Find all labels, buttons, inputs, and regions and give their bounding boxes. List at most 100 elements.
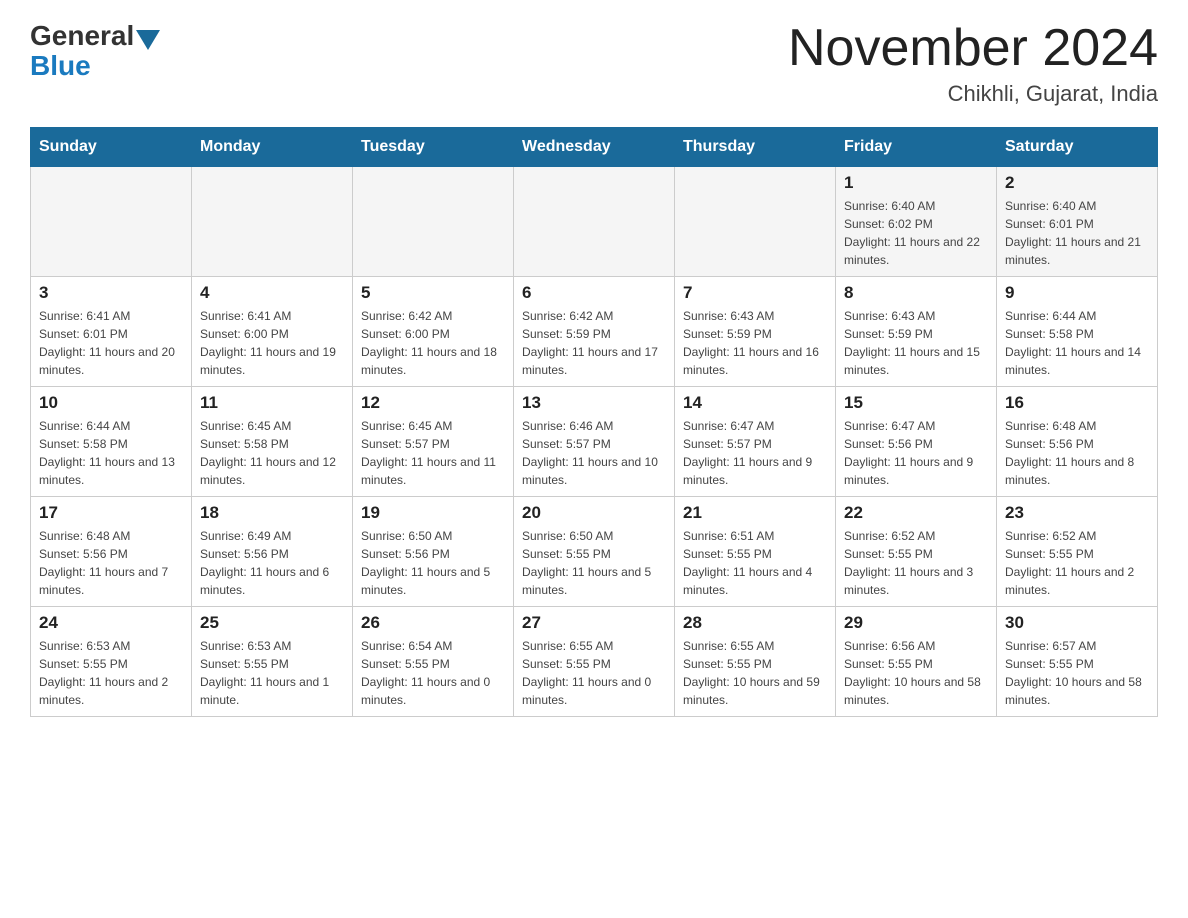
day-number: 21	[683, 503, 827, 523]
day-number: 5	[361, 283, 505, 303]
calendar-cell: 8 Sunrise: 6:43 AM Sunset: 5:59 PM Daylig…	[836, 277, 997, 387]
calendar-cell: 6 Sunrise: 6:42 AM Sunset: 5:59 PM Daylig…	[514, 277, 675, 387]
calendar-week-1: 1Sunrise: 6:40 AM Sunset: 6:02 PM Daylig…	[31, 167, 1158, 277]
calendar-cell	[514, 167, 675, 277]
day-header-wednesday: Wednesday	[514, 128, 675, 167]
calendar-cell: 4Sunrise: 6:41 AM Sunset: 6:00 PM Daylig…	[192, 277, 353, 387]
calendar-cell: 17Sunrise: 6:48 AM Sunset: 5:56 PM Dayli…	[31, 497, 192, 607]
calendar-cell	[353, 167, 514, 277]
day-number: 11	[200, 393, 344, 413]
calendar-cell: 28Sunrise: 6:55 AM Sunset: 5:55 PM Dayli…	[675, 607, 836, 717]
day-info: Sunrise: 6:42 AM Sunset: 5:59 PM Dayligh…	[522, 307, 666, 379]
calendar-cell: 14 Sunrise: 6:47 AM Sunset: 5:57 PM Dayli…	[675, 387, 836, 497]
calendar-cell: 15 Sunrise: 6:47 AM Sunset: 5:56 PM Dayli…	[836, 387, 997, 497]
day-info: Sunrise: 6:52 AM Sunset: 5:55 PM Dayligh…	[844, 527, 988, 599]
calendar-cell	[675, 167, 836, 277]
day-number: 1	[844, 173, 988, 193]
day-number: 9	[1005, 283, 1149, 303]
day-info: Sunrise: 6:40 AM Sunset: 6:01 PM Dayligh…	[1005, 197, 1149, 269]
calendar-cell: 9 Sunrise: 6:44 AM Sunset: 5:58 PM Daylig…	[997, 277, 1158, 387]
day-number: 23	[1005, 503, 1149, 523]
calendar-week-4: 17Sunrise: 6:48 AM Sunset: 5:56 PM Dayli…	[31, 497, 1158, 607]
day-info: Sunrise: 6:55 AM Sunset: 5:55 PM Dayligh…	[522, 637, 666, 709]
day-info: Sunrise: 6:43 AM Sunset: 5:59 PM Dayligh…	[844, 307, 988, 379]
day-number: 30	[1005, 613, 1149, 633]
logo-general-text: General	[30, 20, 134, 52]
day-info: Sunrise: 6:44 AM Sunset: 5:58 PM Dayligh…	[1005, 307, 1149, 379]
calendar-cell: 2 Sunrise: 6:40 AM Sunset: 6:01 PM Daylig…	[997, 167, 1158, 277]
calendar-cell	[192, 167, 353, 277]
day-info: Sunrise: 6:53 AM Sunset: 5:55 PM Dayligh…	[200, 637, 344, 709]
day-number: 26	[361, 613, 505, 633]
day-info: Sunrise: 6:47 AM Sunset: 5:57 PM Dayligh…	[683, 417, 827, 489]
day-info: Sunrise: 6:43 AM Sunset: 5:59 PM Dayligh…	[683, 307, 827, 379]
day-info: Sunrise: 6:56 AM Sunset: 5:55 PM Dayligh…	[844, 637, 988, 709]
calendar-cell: 24 Sunrise: 6:53 AM Sunset: 5:55 PM Dayli…	[31, 607, 192, 717]
days-header-row: SundayMondayTuesdayWednesdayThursdayFrid…	[31, 128, 1158, 167]
calendar-cell: 10Sunrise: 6:44 AM Sunset: 5:58 PM Dayli…	[31, 387, 192, 497]
calendar-cell: 13 Sunrise: 6:46 AM Sunset: 5:57 PM Dayli…	[514, 387, 675, 497]
day-number: 27	[522, 613, 666, 633]
day-info: Sunrise: 6:45 AM Sunset: 5:58 PM Dayligh…	[200, 417, 344, 489]
day-number: 19	[361, 503, 505, 523]
day-number: 4	[200, 283, 344, 303]
day-info: Sunrise: 6:55 AM Sunset: 5:55 PM Dayligh…	[683, 637, 827, 709]
day-info: Sunrise: 6:50 AM Sunset: 5:55 PM Dayligh…	[522, 527, 666, 599]
day-number: 13	[522, 393, 666, 413]
day-number: 18	[200, 503, 344, 523]
day-number: 25	[200, 613, 344, 633]
location-subtitle: Chikhli, Gujarat, India	[788, 81, 1158, 107]
calendar-cell: 1Sunrise: 6:40 AM Sunset: 6:02 PM Daylig…	[836, 167, 997, 277]
day-number: 29	[844, 613, 988, 633]
calendar-cell: 29 Sunrise: 6:56 AM Sunset: 5:55 PM Dayli…	[836, 607, 997, 717]
page-header: General Blue November 2024 Chikhli, Guja…	[30, 20, 1158, 107]
calendar-cell: 18 Sunrise: 6:49 AM Sunset: 5:56 PM Dayli…	[192, 497, 353, 607]
day-info: Sunrise: 6:49 AM Sunset: 5:56 PM Dayligh…	[200, 527, 344, 599]
day-number: 8	[844, 283, 988, 303]
calendar-cell: 5Sunrise: 6:42 AM Sunset: 6:00 PM Daylig…	[353, 277, 514, 387]
day-info: Sunrise: 6:53 AM Sunset: 5:55 PM Dayligh…	[39, 637, 183, 709]
day-number: 2	[1005, 173, 1149, 193]
calendar-cell: 27 Sunrise: 6:55 AM Sunset: 5:55 PM Dayli…	[514, 607, 675, 717]
calendar-week-5: 24 Sunrise: 6:53 AM Sunset: 5:55 PM Dayli…	[31, 607, 1158, 717]
day-info: Sunrise: 6:54 AM Sunset: 5:55 PM Dayligh…	[361, 637, 505, 709]
calendar-cell: 26 Sunrise: 6:54 AM Sunset: 5:55 PM Dayli…	[353, 607, 514, 717]
day-header-thursday: Thursday	[675, 128, 836, 167]
day-number: 15	[844, 393, 988, 413]
calendar-cell: 7 Sunrise: 6:43 AM Sunset: 5:59 PM Daylig…	[675, 277, 836, 387]
day-info: Sunrise: 6:57 AM Sunset: 5:55 PM Dayligh…	[1005, 637, 1149, 709]
calendar-cell: 21 Sunrise: 6:51 AM Sunset: 5:55 PM Dayli…	[675, 497, 836, 607]
day-header-monday: Monday	[192, 128, 353, 167]
day-number: 24	[39, 613, 183, 633]
day-info: Sunrise: 6:46 AM Sunset: 5:57 PM Dayligh…	[522, 417, 666, 489]
day-info: Sunrise: 6:51 AM Sunset: 5:55 PM Dayligh…	[683, 527, 827, 599]
title-section: November 2024 Chikhli, Gujarat, India	[788, 20, 1158, 107]
day-header-tuesday: Tuesday	[353, 128, 514, 167]
calendar-cell: 23Sunrise: 6:52 AM Sunset: 5:55 PM Dayli…	[997, 497, 1158, 607]
calendar-cell: 22Sunrise: 6:52 AM Sunset: 5:55 PM Dayli…	[836, 497, 997, 607]
day-info: Sunrise: 6:47 AM Sunset: 5:56 PM Dayligh…	[844, 417, 988, 489]
calendar-cell: 30 Sunrise: 6:57 AM Sunset: 5:55 PM Dayli…	[997, 607, 1158, 717]
day-number: 14	[683, 393, 827, 413]
logo-triangle-icon	[136, 30, 160, 50]
calendar-cell: 16 Sunrise: 6:48 AM Sunset: 5:56 PM Dayli…	[997, 387, 1158, 497]
calendar-cell: 12 Sunrise: 6:45 AM Sunset: 5:57 PM Dayli…	[353, 387, 514, 497]
logo-blue-text: Blue	[30, 50, 91, 82]
day-number: 6	[522, 283, 666, 303]
logo: General Blue	[30, 20, 160, 82]
day-info: Sunrise: 6:41 AM Sunset: 6:01 PM Dayligh…	[39, 307, 183, 379]
day-number: 7	[683, 283, 827, 303]
calendar-cell: 20 Sunrise: 6:50 AM Sunset: 5:55 PM Dayli…	[514, 497, 675, 607]
calendar-table: SundayMondayTuesdayWednesdayThursdayFrid…	[30, 127, 1158, 717]
day-info: Sunrise: 6:45 AM Sunset: 5:57 PM Dayligh…	[361, 417, 505, 489]
day-header-saturday: Saturday	[997, 128, 1158, 167]
day-number: 16	[1005, 393, 1149, 413]
calendar-cell: 11 Sunrise: 6:45 AM Sunset: 5:58 PM Dayli…	[192, 387, 353, 497]
calendar-week-2: 3Sunrise: 6:41 AM Sunset: 6:01 PM Daylig…	[31, 277, 1158, 387]
day-number: 12	[361, 393, 505, 413]
day-info: Sunrise: 6:48 AM Sunset: 5:56 PM Dayligh…	[1005, 417, 1149, 489]
day-number: 17	[39, 503, 183, 523]
day-number: 20	[522, 503, 666, 523]
day-info: Sunrise: 6:44 AM Sunset: 5:58 PM Dayligh…	[39, 417, 183, 489]
calendar-cell	[31, 167, 192, 277]
